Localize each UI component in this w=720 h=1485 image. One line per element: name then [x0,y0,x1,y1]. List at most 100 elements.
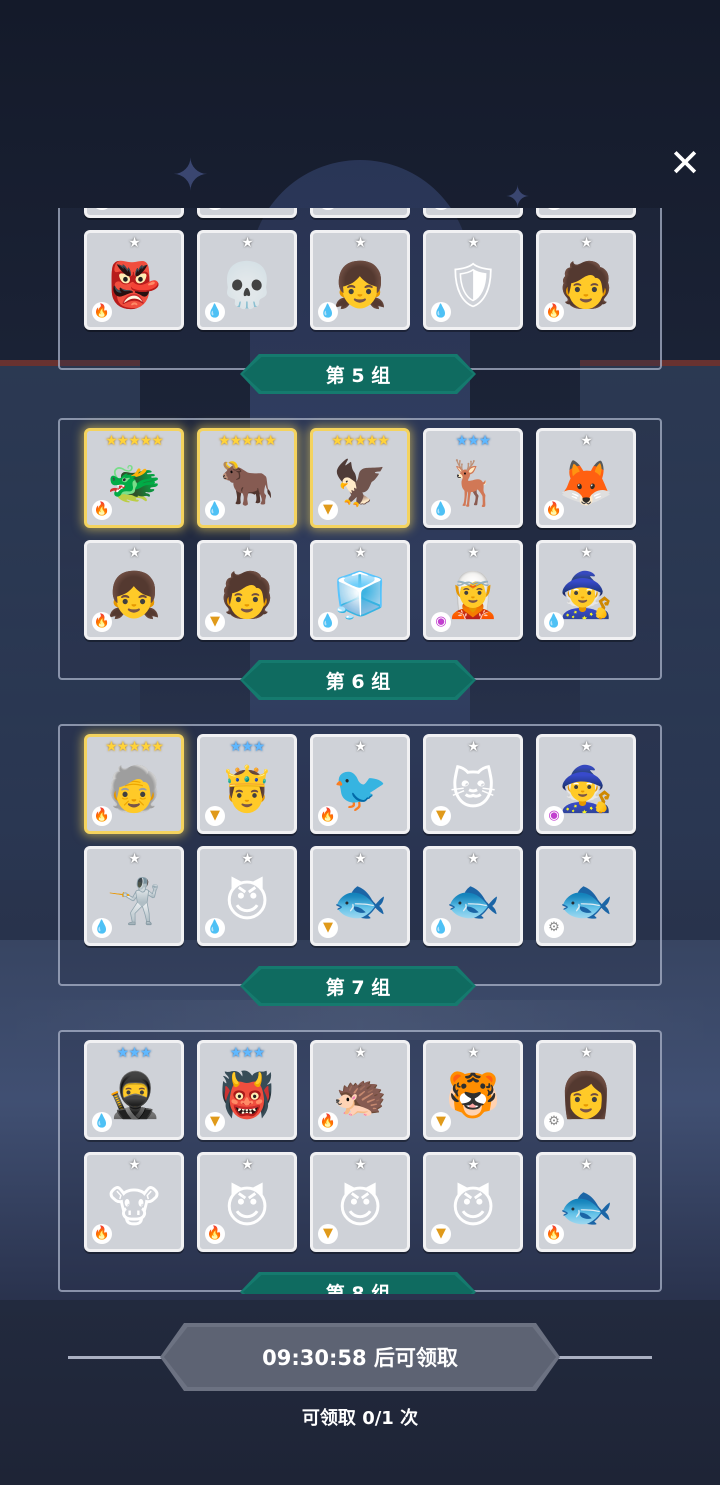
hero-card[interactable]: ★ 😈 🔥 [197,1152,297,1252]
hero-card[interactable]: ★ 🐟 ▼ [310,846,410,946]
hero-card[interactable]: ★🧑▼ [536,208,636,218]
star-rating: ★ [354,235,367,251]
fire-element-icon: 🔥 [92,500,112,520]
earth-element-icon: ▼ [318,1224,338,1244]
hero-card[interactable]: ★🧝◉ [423,540,523,640]
water-element-icon: 💧 [92,918,112,938]
hero-card[interactable]: ★🐟💧 [423,208,523,218]
hero-portrait: 😈 [224,1181,270,1233]
hero-portrait: 🐟 [558,1181,614,1233]
hero-card[interactable]: ★★★★★ 🦅 ▼ [310,428,410,528]
hero-card[interactable]: ★★★ 🤴 ▼ [197,734,297,834]
star-rating: ★ [354,545,367,561]
water-element-icon: 💧 [205,302,225,322]
hero-card[interactable]: ★ 💀 💧 [197,230,297,330]
card-grid: ★🧙⚙★🧝◉★🧝◉★🐟💧★🧑▼★👺🔥★💀💧★👧💧★🛡💧★🧑🔥 [84,208,636,330]
earth-element-icon: ▼ [205,806,225,826]
hero-card[interactable]: ★ 👩 ⚙ [536,1040,636,1140]
water-element-icon: 💧 [318,302,338,322]
hero-card[interactable]: ★ 🧙 ◉ [536,734,636,834]
group-list[interactable]: ★🧙⚙★🧝◉★🧝◉★🐟💧★🧑▼★👺🔥★💀💧★👧💧★🛡💧★🧑🔥 第 5 组 ★★★… [56,208,664,1294]
hero-portrait: 🧓 [106,763,162,815]
hero-card[interactable]: ★ 🐦 🔥 [310,734,410,834]
hero-card[interactable]: ★ 🐱 ▼ [423,734,523,834]
hero-card[interactable]: ★★★ 🦌 💧 [423,428,523,528]
hero-portrait: 😈 [337,1181,383,1233]
star-rating: ★★★★★ [331,433,390,449]
star-rating: ★ [580,1157,593,1173]
hero-card[interactable]: ★ 🧙 💧 [536,540,636,640]
star-rating: ★★★ [116,1045,153,1061]
hero-card[interactable]: ★ 🐟 🔥 [536,1152,636,1252]
star-rating: ★ [241,851,254,867]
star-rating: ★ [580,545,593,561]
hero-card[interactable]: ★🧝◉ [310,208,410,218]
hero-portrait: 🧑 [219,569,275,621]
hero-card[interactable]: ★★★★★ 🐂 💧 [197,428,297,528]
dark-element-icon: ◉ [544,806,564,826]
star-rating: ★ [241,1157,254,1173]
hero-card[interactable]: ★ 😈 ▼ [423,1152,523,1252]
fire-element-icon: 🔥 [544,500,564,520]
claim-timer-button[interactable]: 09:30:58 后可领取 [160,1323,560,1391]
hero-portrait: 👧 [332,259,388,311]
star-rating: ★★★★★ [105,433,164,449]
hero-card[interactable]: ★ 🦊 🔥 [536,428,636,528]
star-rating: ★ [354,851,367,867]
hero-portrait: 🐦 [332,763,388,815]
hero-card[interactable]: ★🧙⚙ [84,208,184,218]
hero-portrait: 🧙 [558,763,614,815]
hero-card[interactable]: ★🐟💧 [423,846,523,946]
fire-element-icon: 🔥 [92,302,112,322]
star-rating: ★★★★★ [218,433,277,449]
hero-card[interactable]: ★★★ 👹 ▼ [197,1040,297,1140]
hero-card[interactable]: ★ 😈 ▼ [310,1152,410,1252]
hero-card[interactable]: ★ 🐯 ▼ [423,1040,523,1140]
hero-card[interactable]: ★ 🐟 ⚙ [536,846,636,946]
hero-card[interactable]: ★ 👧 💧 [310,230,410,330]
water-element-icon: 💧 [318,612,338,632]
hero-card[interactable]: ★ 👺 🔥 [84,230,184,330]
hero-portrait: 🐟 [332,875,388,927]
hero-portrait: 👺 [106,259,162,311]
hero-card[interactable]: ★🧑▼ [197,540,297,640]
light-element-icon: ⚙ [544,918,564,938]
hero-card[interactable]: ★★★ 🥷 💧 [84,1040,184,1140]
dark-element-icon: ◉ [431,612,451,632]
hero-card[interactable]: ★ 👧 🔥 [84,540,184,640]
hero-card[interactable]: ★★★★★ 🧓 🔥 [84,734,184,834]
hero-card[interactable]: ★ 🦔 🔥 [310,1040,410,1140]
card-grid: ★★★★★ 🧓 🔥 ★★★ 🤴 ▼ ★ 🐦 🔥 ★ 🐱 ▼ ★ 🧙 ◉ ★ 🤺 💧 ★ 😈 💧 ★ 🐟 ▼ ★ 🐟 💧 ★ 🐟 ⚙ [84,734,636,946]
water-element-icon: 💧 [431,208,451,210]
hero-card[interactable]: ★ 🧑 🔥 [536,230,636,330]
fire-element-icon: 🔥 [318,1112,338,1132]
fire-element-icon: 🔥 [205,1224,225,1244]
hero-portrait: 🧊 [332,569,388,621]
dark-element-icon: ◉ [205,208,225,210]
fire-element-icon: 🔥 [92,612,112,632]
hero-card[interactable]: ★ 🧊 💧 [310,540,410,640]
water-element-icon: 💧 [431,302,451,322]
earth-element-icon: ▼ [205,1112,225,1132]
star-rating: ★ [467,1045,480,1061]
star-rating: ★ [128,851,141,867]
group-panel-5: ★🧙⚙★🧝◉★🧝◉★🐟💧★🧑▼★👺🔥★💀💧★👧💧★🛡💧★🧑🔥 [58,208,662,370]
group-panel-8: ★★★ 🥷 💧 ★★★ 👹 ▼ ★ 🦔 🔥 ★ 🐯 ▼ ★ 👩 ⚙ ★ 🐮 🔥 ★ 😈 🔥 ★ 😈 ▼ ★ 😈 ▼ ★ 🐟 🔥 [58,1030,662,1292]
star-rating: ★★★ [229,739,266,755]
group-panel-7: ★★★★★ 🧓 🔥 ★★★ 🤴 ▼ ★ 🐦 🔥 ★ 🐱 ▼ ★ 🧙 ◉ ★ 🤺 💧 ★ 😈 💧 ★ 🐟 ▼ ★ 🐟 💧 ★ 🐟 ⚙ [58,724,662,986]
hero-card[interactable]: ★🧝◉ [197,208,297,218]
hero-card[interactable]: ★ 🤺 💧 [84,846,184,946]
earth-element-icon: ▼ [544,208,564,210]
close-button[interactable]: ✕ [664,142,706,184]
divider-line [68,1356,168,1359]
hero-card[interactable]: ★★★★★ 🐲 🔥 [84,428,184,528]
hero-portrait: 🦔 [332,1069,388,1121]
hero-card[interactable]: ★ 🛡 💧 [423,230,523,330]
divider-line [552,1356,652,1359]
star-rating: ★ [241,545,254,561]
group-label: 第 5 组 [240,354,476,394]
earth-element-icon: ▼ [318,500,338,520]
hero-portrait: 🐲 [106,457,162,509]
hero-card[interactable]: ★ 😈 💧 [197,846,297,946]
hero-card[interactable]: ★ 🐮 🔥 [84,1152,184,1252]
